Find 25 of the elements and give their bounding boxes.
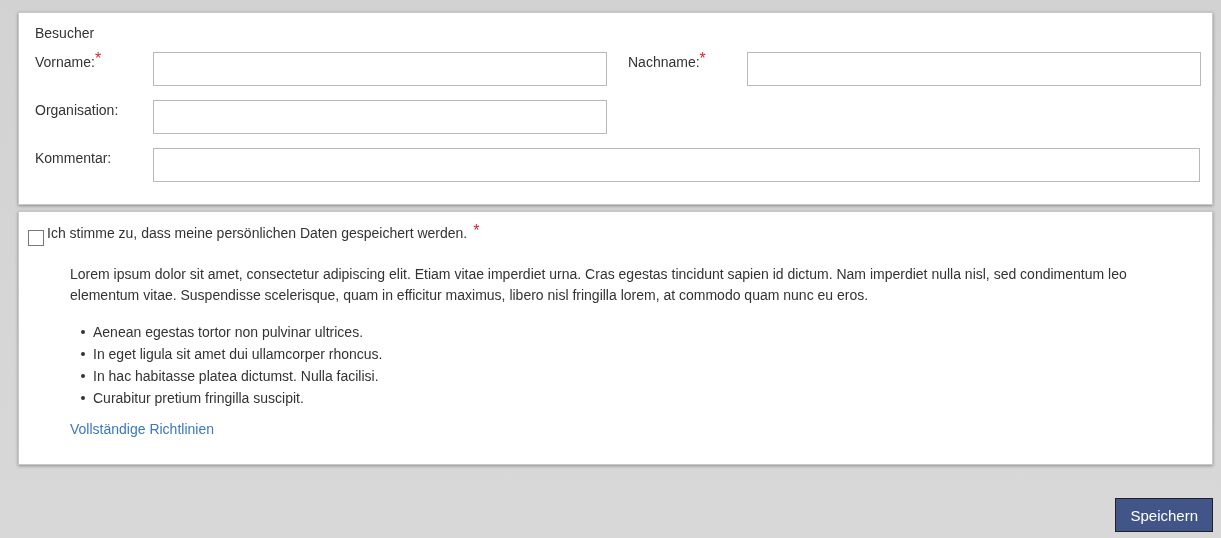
bullet-icon [81,352,85,356]
required-mark: * [699,50,706,67]
text-field[interactable] [747,52,1201,86]
list-item: In eget ligula sit amet dui ullamcorper rhoncus. [93,345,383,364]
text-field[interactable] [153,148,1200,182]
checkbox[interactable] [28,230,44,246]
text-field[interactable] [153,52,607,86]
bullet-icon [81,330,85,334]
consent-label: Ich stimme zu, dass meine persönlichen Daten gespeichert werden. [47,225,468,241]
field-label: Organisation: [35,102,119,118]
section-title: Besucher [35,25,96,41]
bullet-icon [81,374,85,378]
field-label: Nachname: [628,54,700,70]
list-item: In hac habitasse platea dictumst. Nulla facilisi. [93,367,379,386]
required-mark: * [94,50,102,67]
text-field[interactable] [153,100,607,134]
policy-link[interactable]: Vollständige Richtlinien [70,421,214,437]
policy-paragraph: Lorem ipsum dolor sit amet, consectetur adipiscing elit. Etiam vitae imperdiet urna. Cras egestas tincidunt sapien id dictum. Nam imperdiet nulla nisl, sed condimentum leo elementum vitae. Suspendisse scelerisque, quam in efficitur maximus, libero nisl fringilla lorem, at commodo quam nunc eu eros. [70,265,1128,305]
field-label: Vorname: [35,54,95,70]
list-item: Curabitur pretium fringilla suscipit. [93,389,304,408]
save-button[interactable]: Speichern [1115,498,1213,532]
bullet-icon [81,396,85,400]
field-label: Kommentar: [35,150,112,166]
required-mark: * [473,222,480,240]
list-item: Aenean egestas tortor non pulvinar ultrices. [93,323,364,342]
